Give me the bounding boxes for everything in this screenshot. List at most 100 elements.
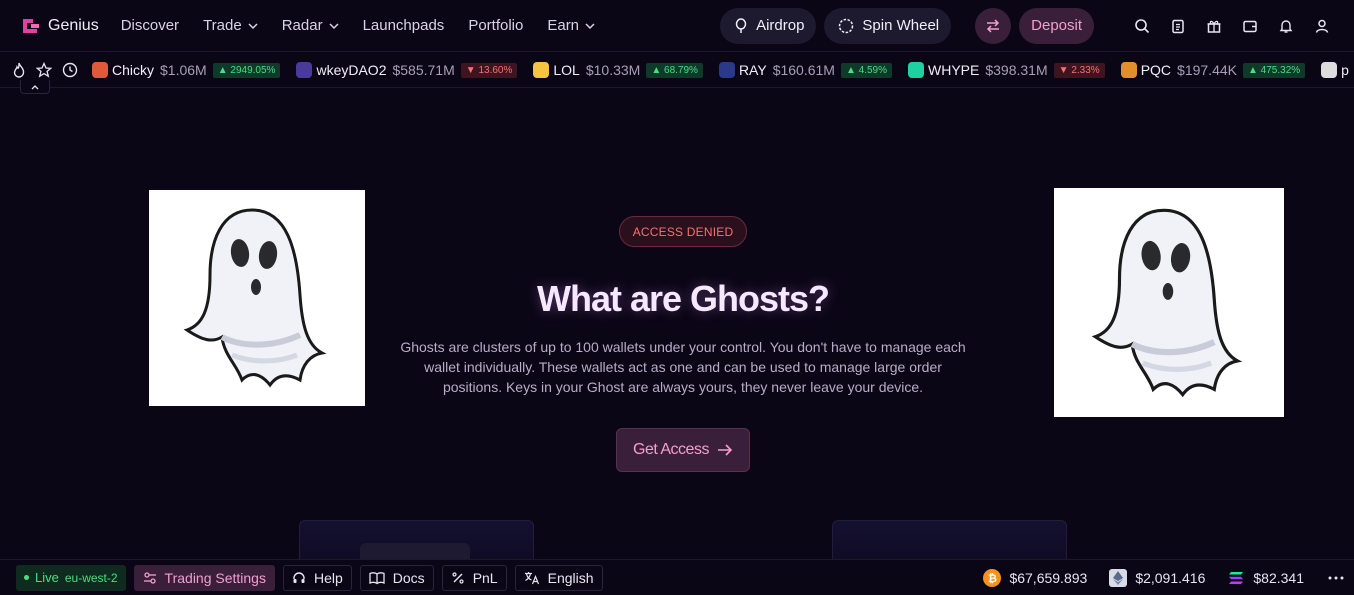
- nav-radar[interactable]: Radar: [282, 17, 339, 34]
- triangle-up-icon: ▲: [651, 64, 665, 76]
- token-symbol: Chicky: [112, 62, 155, 78]
- server-region: eu-west-2: [64, 570, 118, 585]
- nav-trade-label: Trade: [203, 17, 242, 34]
- ticker-item[interactable]: p: [1321, 62, 1354, 78]
- brand[interactable]: Genius: [22, 17, 99, 35]
- token-symbol: PQC: [1140, 62, 1172, 78]
- token-market-cap: $160.61M: [772, 62, 835, 78]
- collapse-ticker-button[interactable]: [20, 80, 50, 94]
- ticker-item[interactable]: Chicky $1.06M ▲ 2949.05%: [92, 62, 281, 78]
- token-avatar: [533, 62, 550, 78]
- trading-settings-button[interactable]: Trading Settings: [133, 564, 275, 591]
- airdrop-label: Airdrop: [756, 17, 805, 34]
- access-denied-badge: ACCESS DENIED: [619, 216, 747, 247]
- user-profile-icon[interactable]: [1312, 16, 1332, 36]
- nav-earn[interactable]: Earn: [547, 17, 595, 34]
- more-options-icon[interactable]: [1326, 568, 1346, 588]
- ghost-icon: [183, 208, 327, 388]
- nav-launchpads[interactable]: Launchpads: [363, 17, 445, 34]
- nav-launchpads-label: Launchpads: [362, 17, 445, 34]
- nav-radar-label: Radar: [281, 17, 323, 34]
- language-button[interactable]: English: [514, 564, 603, 591]
- triangle-up-icon: ▲: [845, 64, 859, 76]
- token-change-badge: ▲ 2949.05%: [212, 62, 281, 78]
- star-icon[interactable]: [36, 62, 52, 78]
- help-button[interactable]: Help: [282, 564, 352, 591]
- solana-icon: [1227, 569, 1245, 587]
- token-avatar: [718, 62, 735, 78]
- balloon-icon: [735, 17, 747, 33]
- status-footer: Live eu-west-2 Trading Settings Help Doc…: [0, 559, 1354, 595]
- token-change-value: 13.60%: [478, 64, 513, 76]
- token-avatar: [92, 62, 108, 78]
- ticker-item[interactable]: WHYPE $398.31M ▼ 2.33%: [908, 62, 1105, 78]
- fire-icon[interactable]: [12, 62, 26, 78]
- nav-discover-label: Discover: [120, 17, 180, 34]
- spin-wheel-button[interactable]: Spin Wheel: [824, 7, 952, 44]
- token-change-badge: ▲ 68.79%: [646, 62, 703, 78]
- airdrop-button[interactable]: Airdrop: [720, 7, 817, 44]
- nav-discover[interactable]: Discover: [121, 17, 179, 34]
- search-icon[interactable]: [1132, 16, 1152, 36]
- sol-price-value: $82.341: [1253, 569, 1304, 586]
- token-symbol: LOL: [553, 62, 580, 78]
- ethereum-icon: [1109, 568, 1128, 587]
- triangle-down-icon: ▼: [465, 64, 479, 76]
- token-avatar: [908, 62, 925, 78]
- wallet-icon[interactable]: [1240, 16, 1260, 36]
- genius-logo-icon: [22, 17, 40, 35]
- translate-icon: [524, 571, 539, 584]
- token-change-badge: ▲ 475.32%: [1242, 62, 1306, 78]
- pnl-button[interactable]: PnL: [441, 564, 507, 591]
- notification-bell-icon[interactable]: [1276, 16, 1296, 36]
- triangle-up-icon: ▲: [217, 64, 231, 76]
- sol-price: $82.341: [1227, 569, 1304, 587]
- token-change-badge: ▼ 2.33%: [1053, 62, 1105, 78]
- ticker-item[interactable]: RAY $160.61M ▲ 4.59%: [718, 62, 893, 78]
- token-avatar: [1120, 62, 1137, 78]
- ghost-illustration-right: [1054, 188, 1284, 417]
- spin-wheel-icon: [839, 18, 854, 33]
- swap-arrows-icon: [987, 18, 1000, 33]
- clipboard-icon[interactable]: [1168, 16, 1188, 36]
- token-avatar: [296, 62, 313, 78]
- token-change-value: 68.79%: [664, 64, 698, 76]
- nav-portfolio-label: Portfolio: [468, 17, 524, 34]
- token-market-cap: $1.06M: [160, 62, 207, 78]
- status-dot-icon: [24, 575, 29, 580]
- ticker-item[interactable]: PQC $197.44K ▲ 475.32%: [1120, 62, 1306, 78]
- docs-button[interactable]: Docs: [359, 564, 434, 591]
- ticker-item[interactable]: wkeyDAO2 $585.71M ▼ 13.60%: [296, 62, 518, 78]
- gift-icon[interactable]: [1204, 16, 1224, 36]
- spin-wheel-label: Spin Wheel: [862, 17, 940, 34]
- book-icon: [369, 571, 385, 584]
- get-access-label: Get Access: [633, 441, 709, 458]
- token-change-badge: ▲ 4.59%: [840, 62, 893, 78]
- eth-price-value: $2,091.416: [1135, 569, 1206, 586]
- token-symbol: WHYPE: [928, 62, 980, 78]
- clock-icon[interactable]: [62, 62, 78, 78]
- live-status-badge[interactable]: Live eu-west-2: [16, 564, 126, 591]
- ticker-item[interactable]: LOL $10.33M ▲ 68.79%: [533, 62, 703, 78]
- chevron-down-icon: [585, 22, 595, 29]
- swap-button[interactable]: [975, 7, 1012, 44]
- svg-text:₿: ₿: [988, 572, 997, 584]
- brand-name: Genius: [48, 16, 99, 34]
- token-symbol: p: [1341, 62, 1349, 78]
- hero-description: Ghosts are clusters of up to 100 wallets…: [400, 339, 966, 395]
- chevron-down-icon: [329, 22, 339, 29]
- token-change-value: 2.33%: [1071, 64, 1100, 76]
- ghost-icon: [1091, 208, 1243, 397]
- help-label: Help: [313, 569, 343, 586]
- deposit-button[interactable]: Deposit: [1019, 7, 1094, 44]
- sliders-icon: [143, 571, 156, 584]
- nav-portfolio[interactable]: Portfolio: [468, 17, 523, 34]
- arrow-right-icon: [717, 444, 733, 456]
- token-market-cap: $197.44K: [1177, 62, 1237, 78]
- get-access-button[interactable]: Get Access: [616, 428, 750, 472]
- nav-trade[interactable]: Trade: [203, 17, 258, 34]
- token-market-cap: $398.31M: [985, 62, 1048, 78]
- token-change-value: 2949.05%: [230, 64, 276, 76]
- live-status-label: Live: [35, 570, 59, 585]
- headset-icon: [293, 571, 305, 583]
